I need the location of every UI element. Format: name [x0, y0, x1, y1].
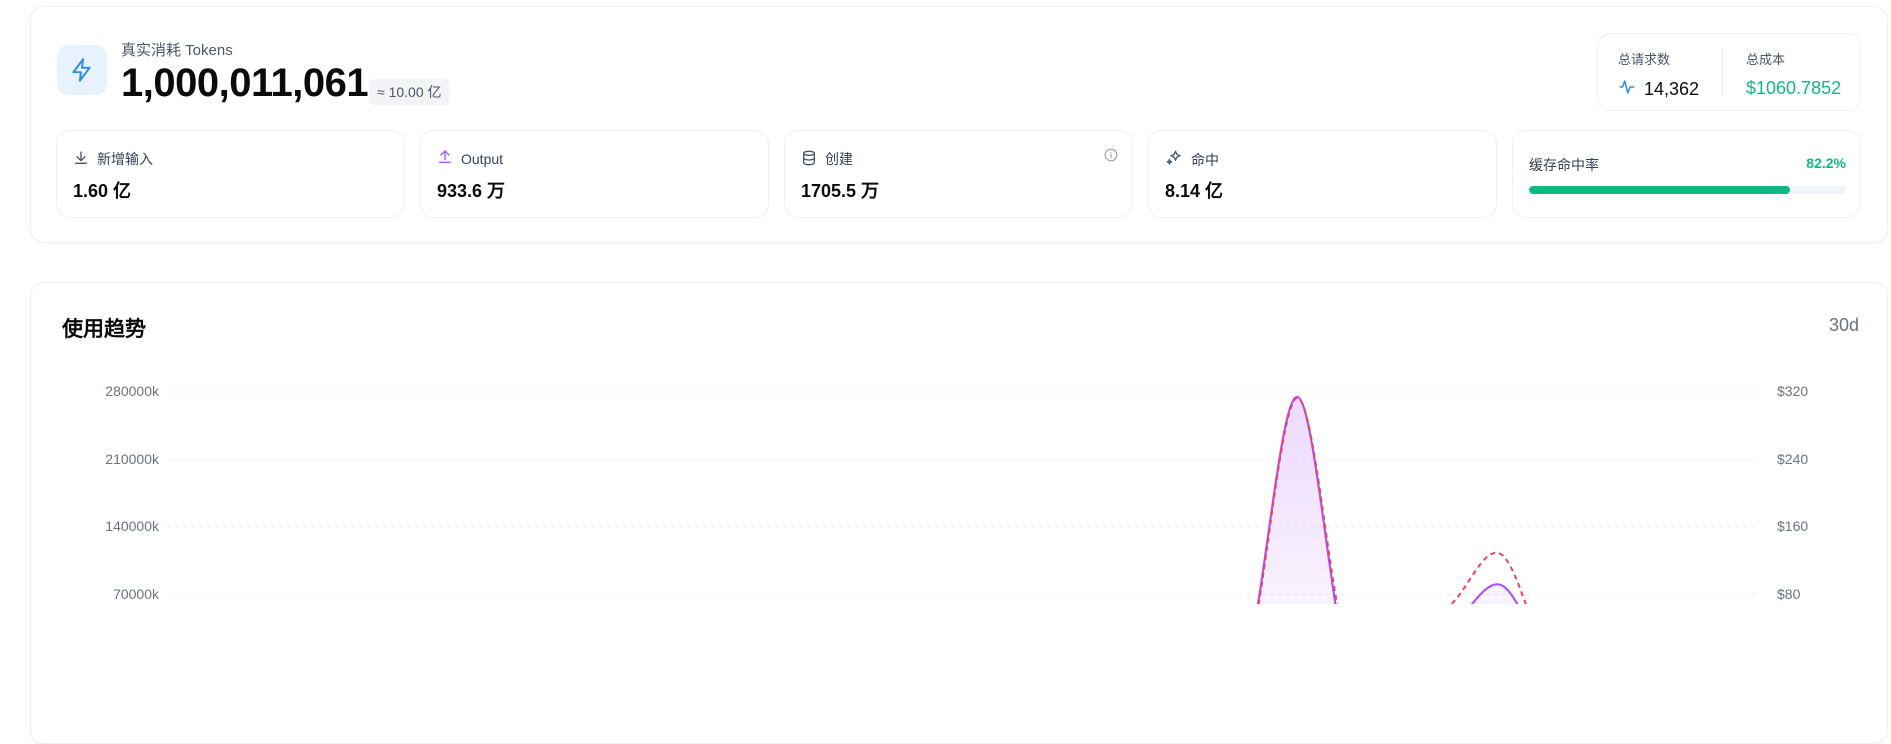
metric-value: 933.6 万 — [437, 181, 506, 201]
metric-output: Output 933.6 万 — [420, 130, 769, 218]
metric-value: 1.60 亿 — [73, 181, 132, 201]
metric-value: 8.14 亿 — [1165, 181, 1224, 201]
total-cost-label: 总成本 — [1746, 52, 1786, 67]
series-line-1 — [1257, 396, 1527, 604]
info-icon[interactable] — [1104, 148, 1118, 167]
cache-hit-rate-value: 82.2% — [1806, 155, 1846, 171]
metric-value: 1705.5 万 — [801, 181, 880, 201]
series-area-2 — [127, 631, 1755, 664]
approx-badge: ≈ 10.00 亿 — [369, 79, 450, 105]
metric-label: 命中 — [1191, 151, 1219, 168]
cache-hit-rate-card: 缓存命中率 82.2% — [1512, 130, 1861, 218]
activity-icon — [1618, 78, 1636, 101]
requests-cost-box: 总请求数 14,362 总成本 $1060.7852 — [1597, 33, 1861, 111]
series-line-2 — [127, 631, 1755, 664]
metric-label: 新增输入 — [97, 151, 153, 167]
total-tokens-label: 真实消耗 Tokens — [121, 42, 233, 59]
cache-hit-progress-fill — [1529, 186, 1790, 194]
total-tokens-value: 1,000,011,061 — [121, 61, 369, 105]
sparkles-icon — [1165, 149, 1183, 170]
series-area-0 — [1257, 396, 1518, 604]
metric-label: Output — [461, 150, 504, 167]
total-requests-value: 14,362 — [1644, 79, 1700, 99]
stat-divider — [1722, 50, 1723, 94]
token-summary-card: 真实消耗 Tokens 1,000,011,061 ≈ 10.00 亿 总请求数… — [30, 6, 1888, 243]
upload-icon — [437, 149, 453, 168]
download-icon — [73, 150, 89, 169]
total-requests-stat: 总请求数 14,362 — [1618, 49, 1699, 101]
total-cost-stat: 总成本 $1060.7852 — [1746, 49, 1841, 99]
bolt-icon — [57, 45, 107, 95]
usage-trend-card: 使用趋势 30d 280000k 210000k 140000k 70000k $320… — [30, 282, 1888, 744]
database-icon — [801, 150, 817, 169]
usage-trend-chart — [127, 391, 1755, 664]
metric-new-input: 新增输入 1.60 亿 — [56, 130, 405, 218]
total-cost-value: $1060.7852 — [1746, 78, 1842, 98]
cache-hit-rate-label: 缓存命中率 — [1529, 157, 1599, 173]
cache-hit-progress-track — [1529, 186, 1846, 194]
metric-cache-hit: 命中 8.14 亿 — [1148, 130, 1497, 218]
total-requests-label: 总请求数 — [1618, 52, 1671, 67]
metric-label: 创建 — [825, 151, 853, 167]
series-line-0 — [1256, 395, 1519, 604]
metric-cache-create: 创建 1705.5 万 — [784, 130, 1133, 218]
